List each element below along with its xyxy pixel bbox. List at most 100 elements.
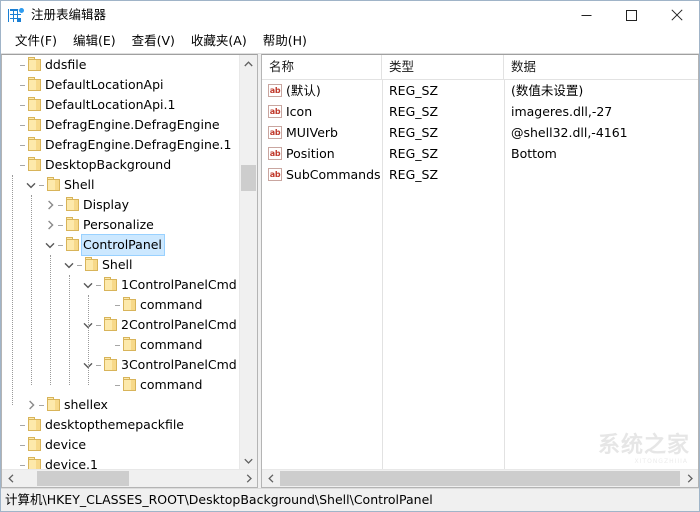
close-button[interactable]: [654, 1, 699, 29]
tree-item-shell[interactable]: Shell: [2, 175, 240, 195]
chevron-down-icon[interactable]: [23, 175, 39, 195]
tree-item-command[interactable]: command: [2, 295, 240, 315]
menu-help[interactable]: 帮助(H): [255, 30, 315, 52]
tree-item-shellex[interactable]: shellex: [2, 395, 240, 415]
tree-item-controlpanel[interactable]: ControlPanel: [2, 234, 240, 256]
tree-item-label: DefaultLocationApi.1: [45, 97, 176, 112]
value-type-cell: REG_SZ: [389, 125, 439, 140]
tree-guide-line: [88, 295, 90, 385]
tree-connector-line: [58, 215, 65, 235]
table-row[interactable]: ab (默认) REG_SZ (数值未设置): [262, 80, 698, 101]
tree-item-command[interactable]: command: [2, 375, 240, 395]
tree-connector-line: [20, 55, 27, 75]
tree-guide-line: [12, 175, 14, 405]
tree-connector-line: [39, 395, 46, 415]
column-header-type[interactable]: 类型: [382, 55, 504, 79]
tree-scroll-thumb[interactable]: [241, 165, 256, 191]
column-divider-type: [504, 80, 505, 469]
tree-guide-line: [69, 275, 71, 385]
table-row[interactable]: ab Icon REG_SZ imageres.dll,-27: [262, 101, 698, 122]
tree-item-defragengine-defragengine[interactable]: DefragEngine.DefragEngine: [2, 115, 240, 135]
tree-item-label: 3ControlPanelCmd: [121, 357, 237, 372]
tree-item-2controlpanelcmd[interactable]: 2ControlPanelCmd: [2, 315, 240, 335]
chevron-right-icon[interactable]: [42, 215, 58, 235]
tree-item-device[interactable]: device: [2, 435, 240, 455]
value-type-cell: REG_SZ: [389, 146, 439, 161]
table-row[interactable]: ab SubCommands REG_SZ: [262, 164, 698, 185]
maximize-button[interactable]: [609, 1, 654, 29]
tree-item-label: shellex: [64, 397, 108, 412]
value-data-cell: @shell32.dll,-4161: [511, 125, 628, 140]
folder-icon: [27, 95, 43, 115]
table-row[interactable]: ab Position REG_SZ Bottom: [262, 143, 698, 164]
values-hscroll-thumb[interactable]: [280, 471, 680, 486]
folder-icon: [27, 55, 43, 75]
value-name-text: MUIVerb: [286, 125, 338, 140]
tree-connector-line: [20, 75, 27, 95]
tree-item-device-1[interactable]: device.1: [2, 455, 240, 469]
tree-item-display[interactable]: Display: [2, 195, 240, 215]
menu-edit[interactable]: 编辑(E): [65, 30, 124, 52]
tree-connector-line: [96, 315, 103, 335]
tree-item-command[interactable]: command: [2, 335, 240, 355]
column-header-name[interactable]: 名称: [262, 55, 382, 79]
chevron-right-icon[interactable]: [42, 195, 58, 215]
tree-item-personalize[interactable]: Personalize: [2, 215, 240, 235]
tree-item-desktopthemepackfile[interactable]: desktopthemepackfile: [2, 415, 240, 435]
column-header-data[interactable]: 数据: [504, 55, 698, 79]
tree-item-ddsfile[interactable]: ddsfile: [2, 55, 240, 75]
chevron-down-icon[interactable]: [80, 275, 96, 295]
tree-item-label: Personalize: [83, 217, 154, 232]
tree-item-label: 1ControlPanelCmd: [121, 277, 237, 292]
tree-rows-container: ddsfile DefaultLocationApi DefaultLocation…: [2, 55, 240, 469]
values-list-body[interactable]: ab (默认) REG_SZ (数值未设置) ab Icon REG_SZ imageres.…: [262, 80, 698, 469]
values-rows-container: ab (默认) REG_SZ (数值未设置) ab Icon REG_SZ imageres.…: [262, 80, 698, 185]
tree-scroll-right-arrow[interactable]: [240, 470, 257, 487]
folder-icon: [122, 375, 138, 395]
tree-connector-line: [20, 415, 27, 435]
tree-item-desktopbackground[interactable]: DesktopBackground: [2, 155, 240, 175]
tree-item-shell[interactable]: Shell: [2, 255, 240, 275]
chevron-right-icon[interactable]: [23, 395, 39, 415]
values-scroll-left-arrow[interactable]: [262, 470, 279, 487]
tree-scroll-left-arrow[interactable]: [2, 470, 19, 487]
menu-file[interactable]: 文件(F): [7, 30, 65, 52]
tree-horizontal-scrollbar[interactable]: [2, 469, 257, 487]
menu-favorites[interactable]: 收藏夹(A): [183, 30, 255, 52]
value-name-cell: ab Position: [262, 143, 382, 164]
minimize-button[interactable]: [564, 1, 609, 29]
tree-item-defragengine-defragengine-1[interactable]: DefragEngine.DefragEngine.1: [2, 135, 240, 155]
chevron-down-icon[interactable]: [61, 255, 77, 275]
tree-item-label: command: [140, 377, 203, 392]
table-row[interactable]: ab MUIVerb REG_SZ @shell32.dll,-4161: [262, 122, 698, 143]
status-bar: 计算机\HKEY_CLASSES_ROOT\DesktopBackground\…: [1, 488, 699, 511]
tree-guide-line: [31, 195, 33, 385]
values-horizontal-scrollbar[interactable]: [262, 469, 698, 487]
registry-tree[interactable]: ddsfile DefaultLocationApi DefaultLocation…: [2, 55, 257, 469]
tree-scroll-down-arrow[interactable]: [240, 452, 257, 469]
window-title: 注册表编辑器: [31, 7, 107, 22]
values-scroll-right-arrow[interactable]: [681, 470, 698, 487]
tree-connector-line: [39, 175, 46, 195]
tree-connector-line: [20, 115, 27, 135]
values-list-header: 名称 类型 数据: [262, 55, 698, 80]
tree-item-defaultlocationapi[interactable]: DefaultLocationApi: [2, 75, 240, 95]
tree-scroll-up-arrow[interactable]: [240, 55, 257, 72]
tree-item-3controlpanelcmd[interactable]: 3ControlPanelCmd: [2, 355, 240, 375]
tree-vertical-scrollbar[interactable]: [239, 55, 257, 469]
tree-hscroll-thumb[interactable]: [37, 471, 129, 486]
tree-item-label: ddsfile: [45, 57, 87, 72]
tree-item-1controlpanelcmd[interactable]: 1ControlPanelCmd: [2, 275, 240, 295]
menu-view[interactable]: 查看(V): [124, 30, 183, 52]
chevron-down-icon[interactable]: [42, 235, 58, 255]
tree-item-defaultlocationapi-1[interactable]: DefaultLocationApi.1: [2, 95, 240, 115]
value-data-cell: (数值未设置): [511, 83, 584, 98]
content-panes: ddsfile DefaultLocationApi DefaultLocation…: [1, 54, 699, 488]
